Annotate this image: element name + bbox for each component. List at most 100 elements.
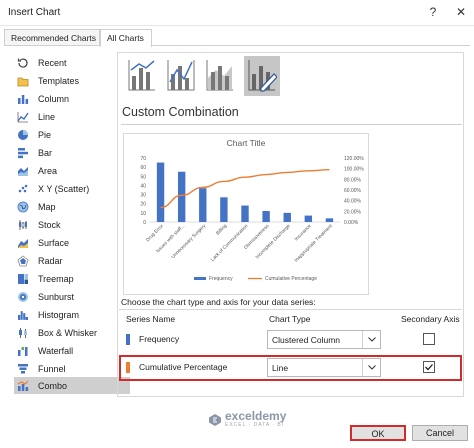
chart-type-select-cumulative-percentage[interactable]: Line xyxy=(267,358,381,377)
area-chart-icon xyxy=(16,164,30,177)
sidebar-item-pie[interactable]: Pie xyxy=(14,126,130,143)
sidebar-item-label: Recent xyxy=(38,57,67,68)
cancel-button[interactable]: Cancel xyxy=(412,425,468,441)
y-tick-label: 60 xyxy=(140,165,146,171)
y-tick-label: 10 xyxy=(140,211,146,217)
bar-frequency xyxy=(283,212,291,222)
sidebar-item-treemap[interactable]: Treemap xyxy=(14,270,130,287)
secondary-axis-checkbox-frequency[interactable] xyxy=(423,333,435,345)
x-category-label: Billing xyxy=(215,223,229,237)
sidebar-item-label: X Y (Scatter) xyxy=(38,183,90,194)
y-tick-label: 40 xyxy=(140,183,146,189)
bar-frequency xyxy=(177,171,186,222)
combo-subtype-custom-icon xyxy=(247,58,278,94)
sidebar-item-label: Histogram xyxy=(38,309,80,320)
sidebar-item-scatter[interactable]: X Y (Scatter) xyxy=(14,180,130,197)
sidebar-item-map[interactable]: Map xyxy=(14,198,130,215)
sunburst-chart-icon xyxy=(16,290,30,303)
sidebar-item-label: Area xyxy=(38,165,58,176)
sidebar-item-column[interactable]: Column xyxy=(14,90,130,107)
series-row-frequency: Frequency Clustered Column xyxy=(119,327,462,353)
section-title: Custom Combination xyxy=(122,105,239,119)
sidebar-item-area[interactable]: Area xyxy=(14,162,130,179)
y2-tick-label: 60.00% xyxy=(344,188,362,194)
ok-button[interactable]: OK xyxy=(350,425,406,441)
legend-swatch-frequency xyxy=(194,277,206,280)
sidebar-item-label: Funnel xyxy=(38,363,66,374)
secondary-axis-checkbox-cumulative-percentage[interactable] xyxy=(423,361,435,373)
series-name: Cumulative Percentage xyxy=(139,362,228,372)
chart-type-value: Clustered Column xyxy=(272,335,341,345)
subtype-stacked-area-clustered-column[interactable] xyxy=(202,56,238,96)
window-title: Insert Chart xyxy=(8,7,61,18)
help-button[interactable]: ? xyxy=(422,3,444,21)
chart-title: Chart Title xyxy=(227,138,266,148)
sidebar-item-label: Map xyxy=(38,201,56,212)
series-name: Frequency xyxy=(139,334,180,344)
bar-frequency xyxy=(199,188,207,222)
series-table: Series Name Chart Type Secondary Axis Fr… xyxy=(119,309,462,395)
title-bar: Insert Chart ? ✕ xyxy=(0,0,474,26)
chart-type-select-frequency[interactable]: Clustered Column xyxy=(267,330,381,349)
legend-label-cumulative: Cumulative Percentage xyxy=(265,276,317,282)
sidebar-item-label: Templates xyxy=(38,75,80,86)
sidebar-item-templates[interactable]: Templates xyxy=(14,72,130,89)
chevron-down-icon[interactable] xyxy=(362,359,380,376)
box-whisker-chart-icon xyxy=(16,326,30,339)
y2-tick-label: 120.00% xyxy=(344,156,364,162)
series-row-cumulative-percentage: Cumulative Percentage Line xyxy=(119,355,462,381)
subtype-custom-combination[interactable] xyxy=(244,56,280,96)
exceldemy-logo-icon xyxy=(208,413,222,427)
bar-frequency xyxy=(304,215,313,222)
treemap-chart-icon xyxy=(16,272,30,285)
chart-preview-svg: Chart Title 0 10 20 30 40 50 60 70 0.00% 20.00% 40.… xyxy=(140,138,364,282)
sidebar-item-recent[interactable]: Recent xyxy=(14,54,130,71)
series-color-swatch xyxy=(126,362,130,373)
waterfall-chart-icon xyxy=(16,344,30,357)
column-header-series-name: Series Name xyxy=(126,314,176,324)
templates-icon xyxy=(16,74,30,87)
column-header-chart-type: Chart Type xyxy=(269,314,311,324)
bar-frequency xyxy=(220,197,228,222)
watermark-name: exceldemy xyxy=(225,409,287,423)
sidebar-item-label: Column xyxy=(38,93,70,104)
funnel-chart-icon xyxy=(16,362,30,375)
close-button[interactable]: ✕ xyxy=(450,3,472,21)
sidebar-item-label: Radar xyxy=(38,255,63,266)
subtype-clustered-column-line[interactable] xyxy=(124,56,160,96)
sidebar-item-surface[interactable]: Surface xyxy=(14,234,130,251)
watermark-tagline: EXCEL · DATA · BI xyxy=(225,422,285,428)
scatter-chart-icon xyxy=(16,182,30,195)
tab-recommended-charts[interactable]: Recommended Charts xyxy=(4,29,100,46)
sidebar-item-label: Stock xyxy=(38,219,61,230)
sidebar-item-waterfall[interactable]: Waterfall xyxy=(14,342,130,359)
x-category-label: Drug Error xyxy=(145,223,165,243)
watermark-logo: exceldemy EXCEL · DATA · BI xyxy=(208,409,287,428)
map-chart-icon xyxy=(16,200,30,213)
sidebar-item-combo[interactable]: Combo xyxy=(14,377,130,394)
x-category-label: Incomplete Discharge xyxy=(255,223,292,260)
sidebar-item-line[interactable]: Line xyxy=(14,108,130,125)
subtype-clustered-column-line-secondary[interactable] xyxy=(163,56,199,96)
sidebar-item-label: Sunburst xyxy=(38,291,75,302)
sidebar-item-box-whisker[interactable]: Box & Whisker xyxy=(14,324,130,341)
x-category-label: Unnecessary Surgery xyxy=(170,223,207,260)
combo-subtype-2-icon xyxy=(166,58,196,94)
series-color-swatch xyxy=(126,334,130,345)
sidebar-item-label: Box & Whisker xyxy=(38,327,98,338)
sidebar-item-stock[interactable]: Stock xyxy=(14,216,130,233)
sidebar-item-bar[interactable]: Bar xyxy=(14,144,130,161)
combo-chart-icon xyxy=(16,379,30,392)
sidebar-item-histogram[interactable]: Histogram xyxy=(14,306,130,323)
y2-tick-label: 40.00% xyxy=(344,199,362,205)
sidebar-item-sunburst[interactable]: Sunburst xyxy=(14,288,130,305)
sidebar-item-radar[interactable]: Radar xyxy=(14,252,130,269)
chevron-down-icon[interactable] xyxy=(362,331,380,348)
line-cumulative-percentage xyxy=(160,169,330,209)
line-chart-icon xyxy=(16,110,30,123)
tab-all-charts[interactable]: All Charts xyxy=(100,29,152,47)
sidebar-item-label: Pie xyxy=(38,129,52,140)
y-tick-label: 20 xyxy=(140,202,146,208)
sidebar-item-funnel[interactable]: Funnel xyxy=(14,360,130,377)
sidebar-item-label: Treemap xyxy=(38,273,74,284)
